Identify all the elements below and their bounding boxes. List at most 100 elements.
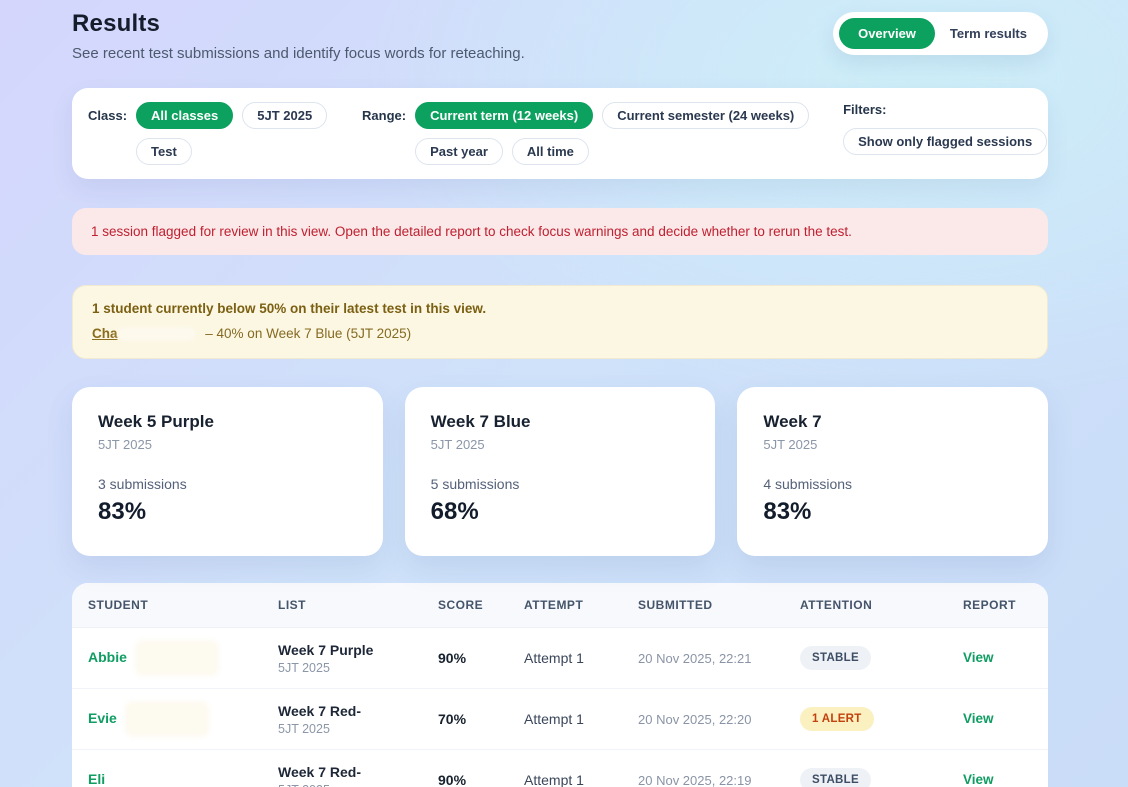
card-class: 5JT 2025 <box>431 437 690 452</box>
card-title: Week 5 Purple <box>98 412 357 432</box>
status-badge-stable: STABLE <box>800 768 871 787</box>
status-badge-stable: STABLE <box>800 646 871 670</box>
page-subtitle: See recent test submissions and identify… <box>72 45 525 62</box>
class-filter-group: Class: All classes 5JT 2025 Test <box>88 102 336 165</box>
attention-cell: 1 ALERT <box>800 707 963 731</box>
column-header-submitted: SUBMITTED <box>638 583 800 627</box>
summary-card-week-7-blue: Week 7 Blue 5JT 2025 5 submissions 68% <box>405 387 716 556</box>
list-cell: Week 7 Red- 5JT 2025 <box>278 764 438 787</box>
column-header-list: LIST <box>278 583 438 627</box>
score-cell: 90% <box>438 772 524 787</box>
below-50-student-link[interactable]: Cha <box>92 326 118 341</box>
toggle-term-results-button[interactable]: Term results <box>935 18 1042 49</box>
summary-card-week-7: Week 7 5JT 2025 4 submissions 83% <box>737 387 1048 556</box>
card-submissions: 4 submissions <box>763 476 1022 492</box>
filter-pill-current-term[interactable]: Current term (12 weeks) <box>415 102 593 129</box>
list-name: Week 7 Purple <box>278 642 438 658</box>
flagged-session-alert-text: 1 session flagged for review in this vie… <box>91 224 852 239</box>
score-cell: 70% <box>438 711 524 727</box>
student-cell: Eli <box>88 762 278 787</box>
card-title: Week 7 Blue <box>431 412 690 432</box>
submitted-cell: 20 Nov 2025, 22:19 <box>638 773 800 787</box>
card-average-score: 83% <box>763 498 1022 526</box>
attempt-cell: Attempt 1 <box>524 711 638 727</box>
column-header-score: SCORE <box>438 583 524 627</box>
table-row: Abbie Week 7 Purple 5JT 2025 90% Attempt… <box>72 628 1048 689</box>
filter-pill-current-semester[interactable]: Current semester (24 weeks) <box>602 102 809 129</box>
filter-pill-5jt-2025[interactable]: 5JT 2025 <box>242 102 327 129</box>
redacted-surname <box>125 701 209 737</box>
card-submissions: 5 submissions <box>431 476 690 492</box>
column-header-attempt: ATTEMPT <box>524 583 638 627</box>
range-filter-pills: Current term (12 weeks) Current semester… <box>415 102 843 165</box>
class-filter-pills: All classes 5JT 2025 Test <box>136 102 336 165</box>
range-filter-label: Range: <box>362 102 406 129</box>
score-cell: 90% <box>438 650 524 666</box>
redacted-surname <box>135 640 219 676</box>
class-filter-label: Class: <box>88 102 127 129</box>
summary-card-week-5-purple: Week 5 Purple 5JT 2025 3 submissions 83% <box>72 387 383 556</box>
page-header: Results See recent test submissions and … <box>72 8 1048 62</box>
extra-filters-group: Filters: Show only flagged sessions <box>843 102 1047 155</box>
redacted-surname <box>113 762 197 787</box>
list-class: 5JT 2025 <box>278 783 438 787</box>
student-cell: Evie <box>88 701 278 737</box>
range-filter-group: Range: Current term (12 weeks) Current s… <box>362 102 843 165</box>
column-header-report: REPORT <box>963 583 1032 627</box>
card-class: 5JT 2025 <box>763 437 1022 452</box>
card-average-score: 68% <box>431 498 690 526</box>
view-toggle: Overview Term results <box>833 12 1048 55</box>
column-header-attention: ATTENTION <box>800 583 963 627</box>
results-page: Results See recent test submissions and … <box>0 0 1128 787</box>
column-header-student: STUDENT <box>88 583 278 627</box>
student-cell: Abbie <box>88 640 278 676</box>
redacted-student-name <box>118 327 196 341</box>
filter-pill-all-classes[interactable]: All classes <box>136 102 233 129</box>
attention-cell: STABLE <box>800 768 963 787</box>
card-title: Week 7 <box>763 412 1022 432</box>
below-50-alert: 1 student currently below 50% on their l… <box>72 285 1048 359</box>
filter-pill-all-time[interactable]: All time <box>512 138 589 165</box>
status-badge-alert: 1 ALERT <box>800 707 874 731</box>
below-50-detail-text: – 40% on Week 7 Blue (5JT 2025) <box>205 326 411 341</box>
student-name-link[interactable]: Evie <box>88 711 117 727</box>
card-class: 5JT 2025 <box>98 437 357 452</box>
view-report-link[interactable]: View <box>963 650 994 665</box>
submitted-cell: 20 Nov 2025, 22:20 <box>638 712 800 727</box>
header-text: Results See recent test submissions and … <box>72 8 525 62</box>
attempt-cell: Attempt 1 <box>524 772 638 787</box>
flagged-session-alert: 1 session flagged for review in this vie… <box>72 208 1048 255</box>
summary-cards: Week 5 Purple 5JT 2025 3 submissions 83%… <box>72 387 1048 556</box>
filter-bar: Class: All classes 5JT 2025 Test Range: … <box>72 88 1048 179</box>
student-name-link[interactable]: Abbie <box>88 650 127 666</box>
card-submissions: 3 submissions <box>98 476 357 492</box>
list-name: Week 7 Red- <box>278 703 438 719</box>
filter-pill-test[interactable]: Test <box>136 138 192 165</box>
report-cell: View <box>963 649 1032 667</box>
extra-filters-label: Filters: <box>843 102 886 118</box>
page-title: Results <box>72 10 525 38</box>
card-average-score: 83% <box>98 498 357 526</box>
list-class: 5JT 2025 <box>278 722 438 736</box>
submitted-cell: 20 Nov 2025, 22:21 <box>638 651 800 666</box>
list-name: Week 7 Red- <box>278 764 438 780</box>
view-report-link[interactable]: View <box>963 711 994 726</box>
list-cell: Week 7 Red- 5JT 2025 <box>278 703 438 736</box>
table-header-row: STUDENT LIST SCORE ATTEMPT SUBMITTED ATT… <box>72 583 1048 628</box>
table-row: Evie Week 7 Red- 5JT 2025 70% Attempt 1 … <box>72 689 1048 750</box>
view-report-link[interactable]: View <box>963 772 994 787</box>
student-name-link[interactable]: Eli <box>88 772 105 787</box>
below-50-detail-line: Cha – 40% on Week 7 Blue (5JT 2025) <box>92 326 1028 341</box>
submissions-table: STUDENT LIST SCORE ATTEMPT SUBMITTED ATT… <box>72 583 1048 787</box>
report-cell: View <box>963 771 1032 787</box>
report-cell: View <box>963 710 1032 728</box>
toggle-overview-button[interactable]: Overview <box>839 18 935 49</box>
list-cell: Week 7 Purple 5JT 2025 <box>278 642 438 675</box>
attempt-cell: Attempt 1 <box>524 650 638 666</box>
list-class: 5JT 2025 <box>278 661 438 675</box>
filter-pill-show-flagged[interactable]: Show only flagged sessions <box>843 128 1047 155</box>
below-50-headline: 1 student currently below 50% on their l… <box>92 301 1028 316</box>
filter-pill-past-year[interactable]: Past year <box>415 138 503 165</box>
attention-cell: STABLE <box>800 646 963 670</box>
table-row: Eli Week 7 Red- 5JT 2025 90% Attempt 1 2… <box>72 750 1048 787</box>
